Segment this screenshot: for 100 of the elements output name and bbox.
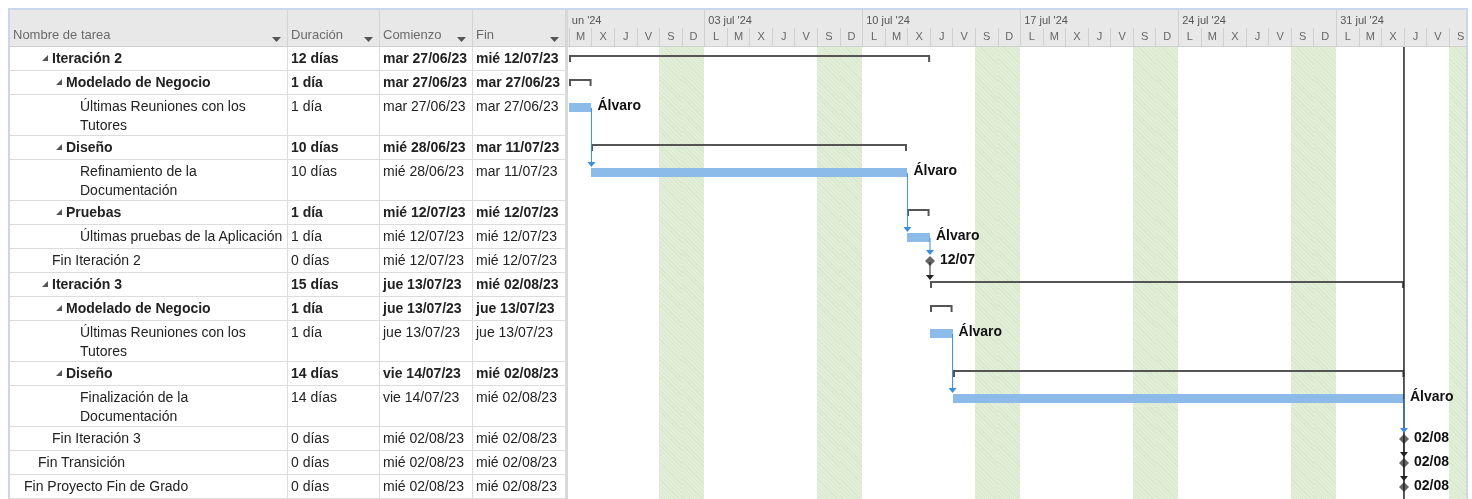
task-name[interactable]: Iteración 3 bbox=[10, 273, 288, 297]
start-date-cell: mar 27/06/23 bbox=[380, 71, 473, 95]
duration-cell: 1 día bbox=[288, 321, 380, 362]
outline-triangle-icon[interactable] bbox=[42, 55, 48, 61]
duration-cell: 1 día bbox=[288, 297, 380, 321]
day-label: V bbox=[1268, 28, 1291, 46]
dropdown-caret-icon[interactable] bbox=[457, 37, 466, 42]
summary-bar[interactable] bbox=[568, 79, 592, 87]
task-name[interactable]: Últimas Reuniones con los Tutores bbox=[10, 95, 288, 136]
day-label: X bbox=[1065, 28, 1088, 46]
week-label: 31 jul '24 bbox=[1336, 10, 1466, 28]
day-label: L bbox=[1178, 28, 1201, 46]
week-label: un '24 bbox=[570, 13, 603, 28]
day-label: V bbox=[636, 28, 660, 46]
day-label: J bbox=[1403, 28, 1427, 46]
summary-bar[interactable] bbox=[591, 144, 908, 152]
day-label: J bbox=[1087, 28, 1111, 46]
day-label: X bbox=[1381, 28, 1404, 46]
start-date-cell: mié 28/06/23 bbox=[380, 160, 473, 201]
duration-cell: 15 días bbox=[288, 273, 380, 297]
summary-bar[interactable] bbox=[907, 209, 930, 217]
dependency-arrow bbox=[903, 172, 912, 232]
summary-bar[interactable] bbox=[930, 281, 1404, 289]
duration-cell: 1 día bbox=[288, 201, 380, 225]
start-date-cell: mié 12/07/23 bbox=[380, 249, 473, 273]
day-label: J bbox=[1245, 28, 1269, 46]
week-label: 03 jul '24 bbox=[704, 10, 863, 28]
task-name[interactable]: Refinamiento de la Documentación bbox=[10, 160, 288, 201]
day-label: V bbox=[1110, 28, 1133, 46]
week-label: 17 jul '24 bbox=[1020, 10, 1179, 28]
task-name[interactable]: Fin Proyecto Fin de Grado bbox=[10, 475, 288, 499]
dropdown-caret-icon[interactable] bbox=[364, 37, 373, 42]
day-label: J bbox=[771, 28, 795, 46]
resource-label: Álvaro bbox=[597, 97, 641, 114]
day-label: M bbox=[1200, 28, 1224, 46]
milestone-diamond-icon[interactable] bbox=[925, 256, 935, 266]
outline-triangle-icon[interactable] bbox=[56, 144, 62, 150]
task-name[interactable]: Últimas Reuniones con los Tutores bbox=[10, 321, 288, 362]
start-date-cell: mié 28/06/23 bbox=[380, 136, 473, 160]
day-label: M bbox=[568, 28, 592, 46]
start-date-cell: vie 14/07/23 bbox=[380, 362, 473, 386]
summary-bar[interactable] bbox=[568, 55, 930, 63]
task-name[interactable]: Diseño bbox=[10, 362, 288, 386]
milestone-date-label: 02/08 bbox=[1413, 477, 1449, 494]
start-date-cell: mié 12/07/23 bbox=[380, 225, 473, 249]
duration-cell: 0 días bbox=[288, 451, 380, 475]
outline-triangle-icon[interactable] bbox=[56, 209, 62, 215]
task-name[interactable]: Pruebas bbox=[10, 201, 288, 225]
column-header[interactable]: Comienzo bbox=[380, 10, 473, 47]
day-label: V bbox=[794, 28, 818, 46]
start-date-cell: mié 02/08/23 bbox=[380, 475, 473, 499]
outline-triangle-icon[interactable] bbox=[56, 370, 62, 376]
milestone-date-label: 02/08 bbox=[1413, 429, 1449, 446]
milestone-diamond-icon[interactable] bbox=[1398, 434, 1409, 444]
duration-cell: 14 días bbox=[288, 386, 380, 427]
task-name[interactable]: Diseño bbox=[10, 136, 288, 160]
dropdown-caret-icon[interactable] bbox=[272, 37, 281, 42]
resource-label: Álvaro bbox=[913, 162, 957, 179]
day-label: J bbox=[929, 28, 953, 46]
task-name[interactable]: Fin Iteración 3 bbox=[10, 427, 288, 451]
day-label: J bbox=[614, 28, 637, 46]
week-label: 10 jul '24 bbox=[862, 10, 1021, 28]
day-label: X bbox=[749, 28, 772, 46]
dependency-arrow bbox=[926, 261, 934, 280]
task-name[interactable]: Finalización de la Documentación bbox=[10, 386, 288, 427]
summary-bar[interactable] bbox=[952, 370, 1404, 378]
day-label: X bbox=[907, 28, 930, 46]
start-date-cell: mar 27/06/23 bbox=[380, 47, 473, 71]
duration-cell: 0 días bbox=[288, 427, 380, 451]
milestone-diamond-icon[interactable] bbox=[1398, 458, 1409, 468]
task-name[interactable]: Modelado de Negocio bbox=[10, 297, 288, 321]
outline-triangle-icon[interactable] bbox=[56, 305, 62, 311]
day-label: L bbox=[862, 28, 885, 46]
dropdown-caret-icon[interactable] bbox=[550, 37, 559, 42]
task-name[interactable]: Modelado de Negocio bbox=[10, 71, 288, 95]
day-label: V bbox=[952, 28, 975, 46]
outline-triangle-icon[interactable] bbox=[56, 79, 62, 85]
day-label: X bbox=[1223, 28, 1246, 46]
column-header[interactable]: Fin bbox=[473, 10, 566, 47]
duration-cell: 10 días bbox=[288, 136, 380, 160]
day-label: L bbox=[704, 28, 727, 46]
task-name[interactable]: Fin Transición bbox=[10, 451, 288, 475]
day-label: M bbox=[884, 28, 908, 46]
day-label: L bbox=[1336, 28, 1359, 46]
dependency-arrow bbox=[926, 237, 934, 255]
start-date-cell: jue 13/07/23 bbox=[380, 321, 473, 362]
task-name[interactable]: Últimas pruebas de la Aplicación bbox=[10, 225, 288, 249]
day-label: M bbox=[726, 28, 750, 46]
task-name[interactable]: Iteración 2 bbox=[10, 47, 288, 71]
task-name[interactable]: Fin Iteración 2 bbox=[10, 249, 288, 273]
day-label: L bbox=[1020, 28, 1043, 46]
column-header[interactable]: Duración bbox=[288, 10, 380, 47]
day-label: X bbox=[591, 28, 614, 46]
milestone-diamond-icon[interactable] bbox=[1398, 482, 1409, 492]
start-date-cell: mié 12/07/23 bbox=[380, 201, 473, 225]
column-header[interactable]: Nombre de tarea bbox=[10, 10, 288, 47]
outline-triangle-icon[interactable] bbox=[42, 281, 48, 287]
summary-bar[interactable] bbox=[930, 305, 953, 313]
day-label: V bbox=[1426, 28, 1449, 46]
dependency-arrow bbox=[1399, 398, 1408, 433]
